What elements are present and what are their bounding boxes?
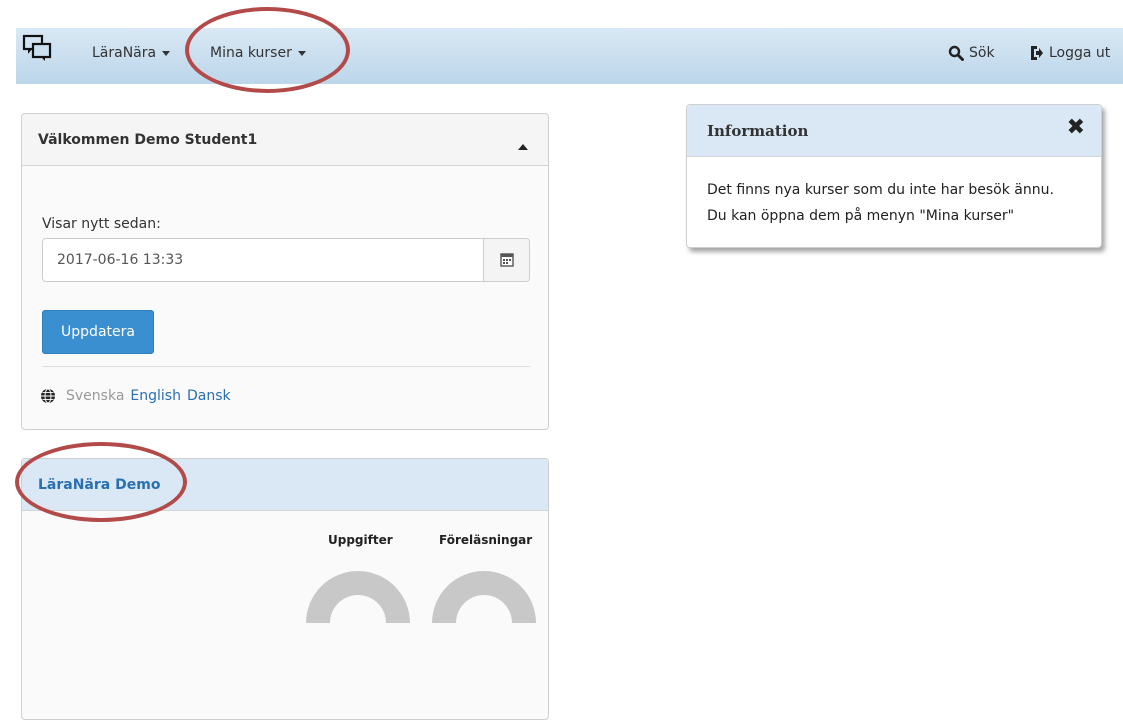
language-switcher: Svenska English Dansk xyxy=(40,388,231,404)
language-english-link[interactable]: English xyxy=(130,388,181,404)
update-button[interactable]: Uppdatera xyxy=(42,310,154,354)
page: LäraNära Mina kurser Sök Logga ut Välkom… xyxy=(0,0,1123,722)
globe-icon xyxy=(41,388,55,404)
information-message: Det finns nya kurser som du inte har bes… xyxy=(707,177,1054,229)
since-date-field-group xyxy=(42,238,530,282)
tasks-progress-gauge xyxy=(306,571,410,623)
course-panel: LäraNära Demo Uppgifter Föreläsningar xyxy=(21,458,549,720)
chevron-down-icon xyxy=(162,50,171,56)
language-dansk-link[interactable]: Dansk xyxy=(187,388,231,404)
tasks-stat-label: Uppgifter xyxy=(328,533,393,547)
search-icon xyxy=(948,45,964,61)
information-title: Information xyxy=(707,121,809,140)
course-panel-header: LäraNära Demo xyxy=(22,459,548,511)
language-svenska: Svenska xyxy=(66,388,125,404)
collapse-triangle-icon xyxy=(518,144,528,150)
mina-kurser-menu[interactable]: Mina kurser xyxy=(210,45,306,61)
welcome-panel-header[interactable]: Välkommen Demo Student1 xyxy=(22,114,548,166)
chevron-down-icon xyxy=(297,50,306,56)
course-title-link[interactable]: LäraNära Demo xyxy=(38,477,160,493)
logout-link[interactable]: Logga ut xyxy=(1030,45,1110,61)
laranara-menu[interactable]: LäraNära xyxy=(92,45,171,61)
logout-icon xyxy=(1031,46,1043,60)
close-icon[interactable]: ✖ xyxy=(1067,117,1085,139)
lectures-progress-gauge xyxy=(432,571,536,623)
since-label: Visar nytt sedan: xyxy=(42,216,161,232)
information-panel-header: Information xyxy=(687,105,1101,157)
search-link-label: Sök xyxy=(969,45,995,61)
calendar-button[interactable] xyxy=(483,239,529,281)
laranara-menu-label: LäraNära xyxy=(92,45,157,61)
information-panel: Information ✖ Det finns nya kurser som d… xyxy=(686,104,1102,248)
top-navbar: LäraNära Mina kurser Sök Logga ut xyxy=(16,28,1123,84)
logout-link-label: Logga ut xyxy=(1049,45,1111,61)
mina-kurser-menu-label: Mina kurser xyxy=(210,45,292,61)
information-line-2: Du kan öppna dem på menyn "Mina kurser" xyxy=(707,208,1015,224)
since-date-input[interactable] xyxy=(43,239,483,281)
calendar-icon xyxy=(499,253,514,267)
lectures-stat-label: Föreläsningar xyxy=(439,533,533,547)
chat-monitors-icon[interactable] xyxy=(22,34,52,64)
search-link[interactable]: Sök xyxy=(948,45,995,61)
welcome-panel: Välkommen Demo Student1 Visar nytt sedan… xyxy=(21,113,549,430)
information-line-1: Det finns nya kurser som du inte har bes… xyxy=(707,182,1054,198)
welcome-title: Välkommen Demo Student1 xyxy=(38,131,258,148)
divider xyxy=(42,366,530,367)
